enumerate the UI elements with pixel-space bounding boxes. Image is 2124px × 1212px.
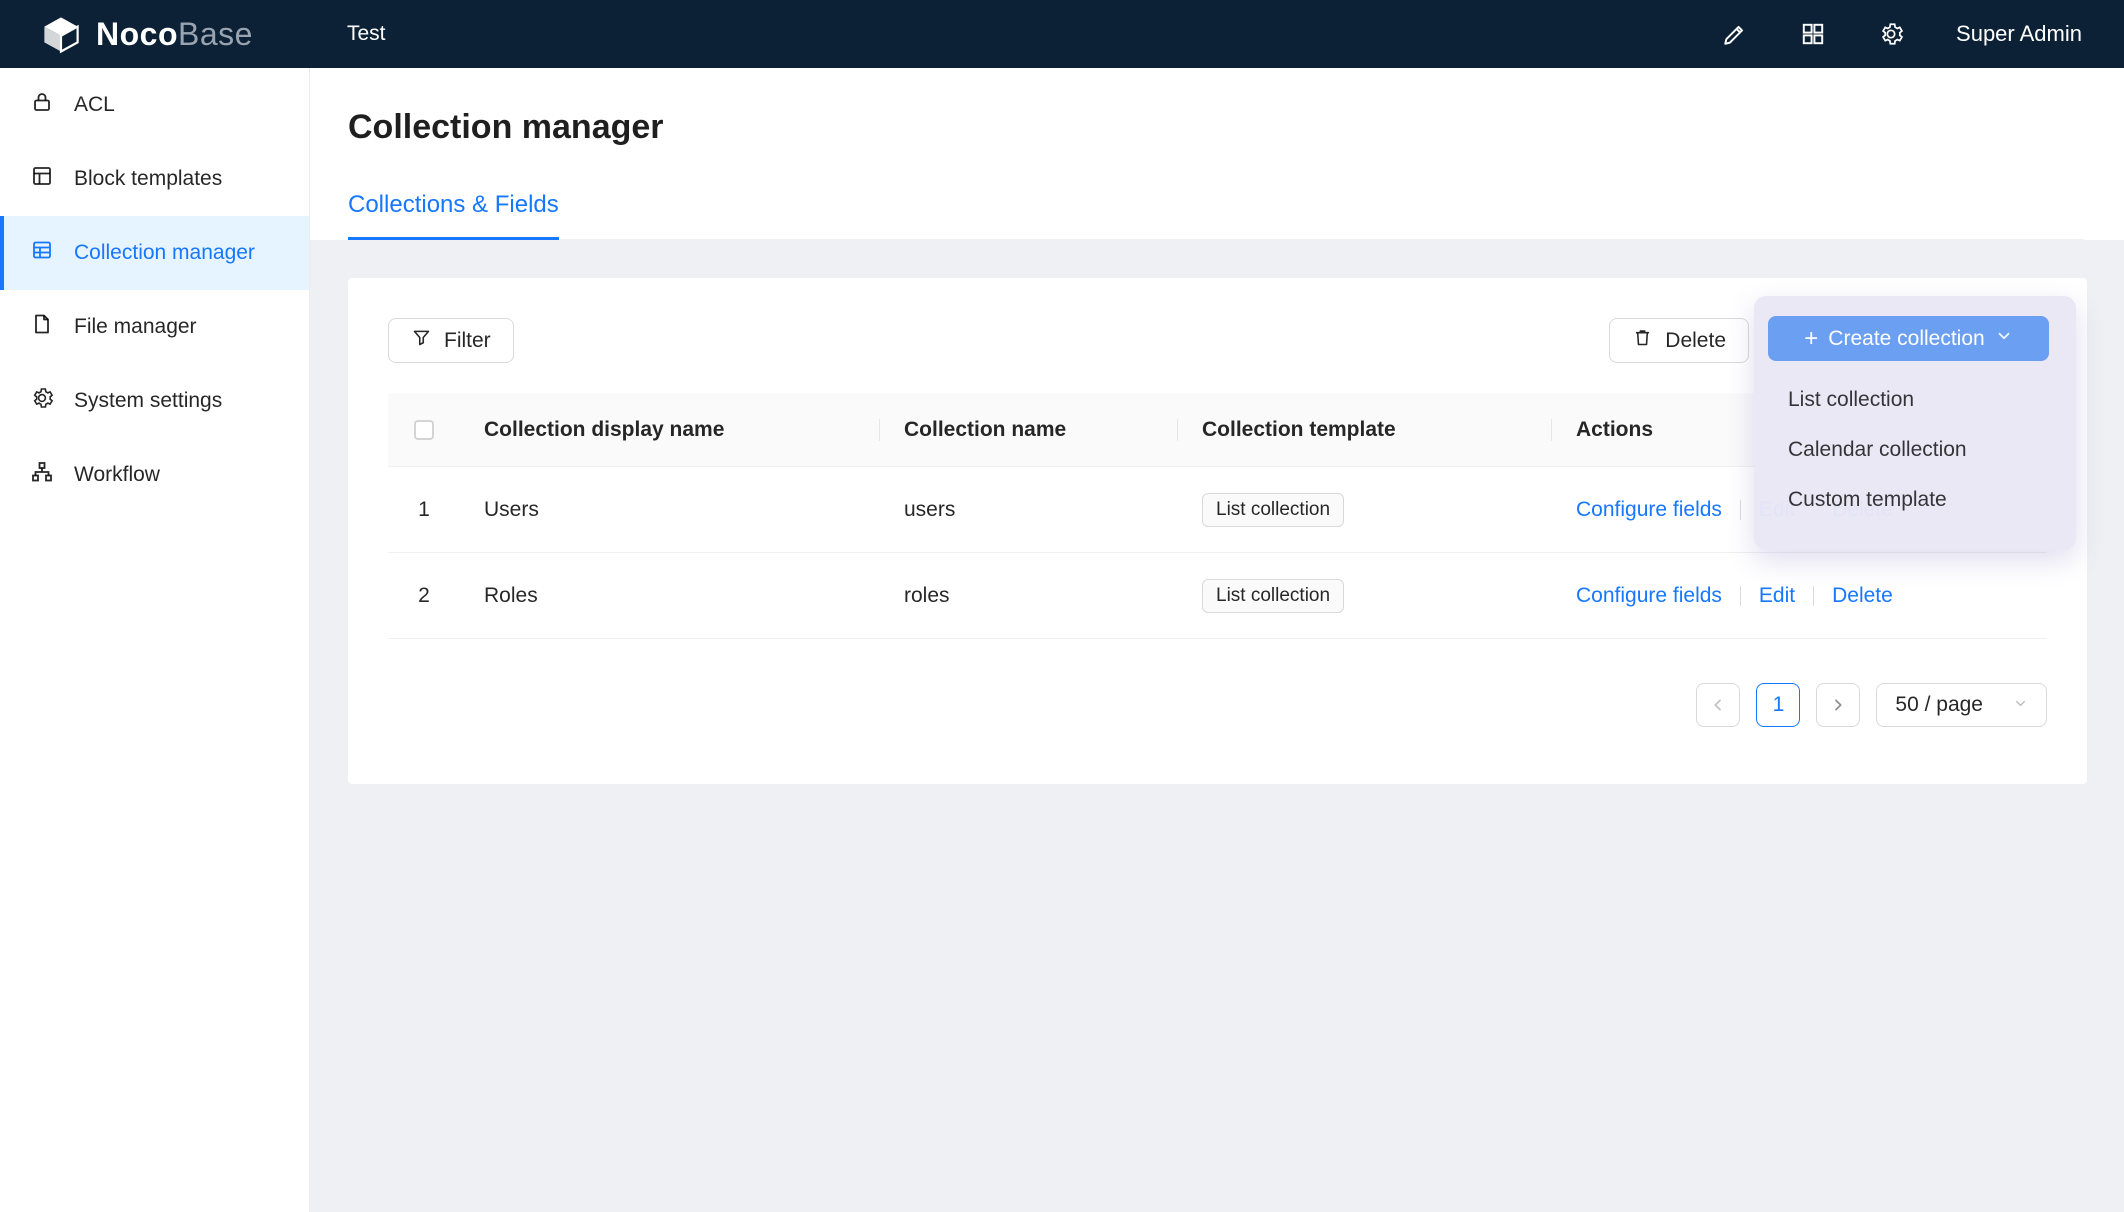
sidebar-item-label: System settings bbox=[74, 389, 222, 413]
workflow-icon bbox=[30, 460, 54, 490]
gear-icon bbox=[30, 386, 54, 416]
filter-icon bbox=[411, 327, 432, 354]
tab-collections-fields[interactable]: Collections & Fields bbox=[348, 191, 559, 240]
top-right-actions: Super Admin bbox=[1722, 21, 2124, 47]
sidebar-item-block-templates[interactable]: Block templates bbox=[0, 142, 309, 216]
configure-fields-link[interactable]: Configure fields bbox=[1576, 584, 1722, 607]
action-divider bbox=[1813, 586, 1814, 606]
row-name: roles bbox=[880, 584, 1178, 608]
table-row: 2 Roles roles List collection Configure … bbox=[388, 553, 2047, 639]
action-divider bbox=[1740, 586, 1741, 606]
chevron-down-icon bbox=[1995, 327, 2013, 351]
nocobase-cube-icon bbox=[40, 13, 82, 55]
appstore-icon[interactable] bbox=[1800, 21, 1826, 47]
row-name: users bbox=[880, 498, 1178, 522]
user-menu[interactable]: Super Admin bbox=[1956, 21, 2082, 47]
gear-icon[interactable] bbox=[1878, 21, 1904, 47]
lock-icon bbox=[30, 90, 54, 120]
row-index: 2 bbox=[388, 584, 460, 608]
create-collection-menu: List collection Calendar collection Cust… bbox=[1754, 375, 2076, 525]
pagination-prev-button[interactable] bbox=[1696, 683, 1740, 727]
sidebar-item-workflow[interactable]: Workflow bbox=[0, 438, 309, 512]
row-template: List collection bbox=[1178, 493, 1552, 527]
chevron-down-icon bbox=[2013, 693, 2028, 717]
row-template: List collection bbox=[1178, 579, 1552, 613]
template-tag: List collection bbox=[1202, 579, 1344, 613]
file-icon bbox=[30, 312, 54, 342]
sidebar-item-acl[interactable]: ACL bbox=[0, 68, 309, 142]
sidebar-item-label: ACL bbox=[74, 93, 115, 117]
top-menu-item-test[interactable]: Test bbox=[321, 0, 412, 68]
sidebar-item-file-manager[interactable]: File manager bbox=[0, 290, 309, 364]
top-menu: Test bbox=[321, 0, 412, 68]
page-size-select[interactable]: 50 / page bbox=[1876, 683, 2047, 727]
top-bar: NocoBase Test bbox=[0, 0, 2124, 68]
page-size-value: 50 / page bbox=[1895, 693, 1983, 717]
sidebar: ACL Block templates Collection manager bbox=[0, 68, 310, 1212]
create-collection-dropdown: + Create collection List collection Cale… bbox=[1754, 296, 2076, 550]
delete-button-label: Delete bbox=[1665, 329, 1726, 353]
sidebar-item-label: File manager bbox=[74, 315, 197, 339]
pagination: 1 50 / page bbox=[388, 683, 2047, 727]
column-display-name: Collection display name bbox=[460, 418, 880, 442]
sidebar-item-collection-manager[interactable]: Collection manager bbox=[0, 216, 309, 290]
menu-item-list-collection[interactable]: List collection bbox=[1754, 375, 2076, 425]
configure-fields-link[interactable]: Configure fields bbox=[1576, 498, 1722, 521]
tabs-bar: Collections & Fields bbox=[348, 191, 2084, 240]
edit-link[interactable]: Edit bbox=[1759, 584, 1795, 607]
page-title: Collection manager bbox=[348, 108, 2084, 147]
filter-button-label: Filter bbox=[444, 329, 491, 353]
main-area: Collection manager Collections & Fields … bbox=[310, 68, 2124, 1212]
layout-icon bbox=[30, 164, 54, 194]
sidebar-item-label: Workflow bbox=[74, 463, 160, 487]
sidebar-item-label: Block templates bbox=[74, 167, 222, 191]
table-icon bbox=[30, 238, 54, 268]
header-select-cell bbox=[388, 420, 460, 440]
column-template: Collection template bbox=[1178, 418, 1552, 442]
column-name: Collection name bbox=[880, 418, 1178, 442]
select-all-checkbox[interactable] bbox=[414, 420, 434, 440]
highlight-icon[interactable] bbox=[1722, 21, 1748, 47]
delete-link[interactable]: Delete bbox=[1832, 584, 1893, 607]
sidebar-item-label: Collection manager bbox=[74, 241, 255, 265]
collections-card: Filter Delete + bbox=[348, 278, 2087, 784]
filter-button[interactable]: Filter bbox=[388, 318, 514, 363]
row-display-name: Users bbox=[460, 498, 880, 522]
trash-icon bbox=[1632, 327, 1653, 354]
nocobase-logo[interactable]: NocoBase bbox=[0, 13, 293, 55]
content-area: Filter Delete + bbox=[310, 240, 2124, 1212]
pagination-page-1[interactable]: 1 bbox=[1756, 683, 1800, 727]
template-tag: List collection bbox=[1202, 493, 1344, 527]
create-collection-label: Create collection bbox=[1828, 327, 1984, 351]
row-index: 1 bbox=[388, 498, 460, 522]
action-divider bbox=[1740, 500, 1741, 520]
menu-item-custom-template[interactable]: Custom template bbox=[1754, 475, 2076, 525]
plus-icon: + bbox=[1804, 327, 1818, 351]
page-header: Collection manager Collections & Fields bbox=[310, 68, 2124, 240]
menu-item-calendar-collection[interactable]: Calendar collection bbox=[1754, 425, 2076, 475]
app-root: NocoBase Test bbox=[0, 0, 2124, 1212]
create-collection-button[interactable]: + Create collection bbox=[1768, 316, 2049, 361]
delete-button[interactable]: Delete bbox=[1609, 318, 1749, 363]
logo-text: NocoBase bbox=[96, 16, 253, 53]
row-display-name: Roles bbox=[460, 584, 880, 608]
sidebar-item-system-settings[interactable]: System settings bbox=[0, 364, 309, 438]
pagination-next-button[interactable] bbox=[1816, 683, 1860, 727]
row-actions: Configure fields Edit Delete bbox=[1552, 584, 2047, 608]
